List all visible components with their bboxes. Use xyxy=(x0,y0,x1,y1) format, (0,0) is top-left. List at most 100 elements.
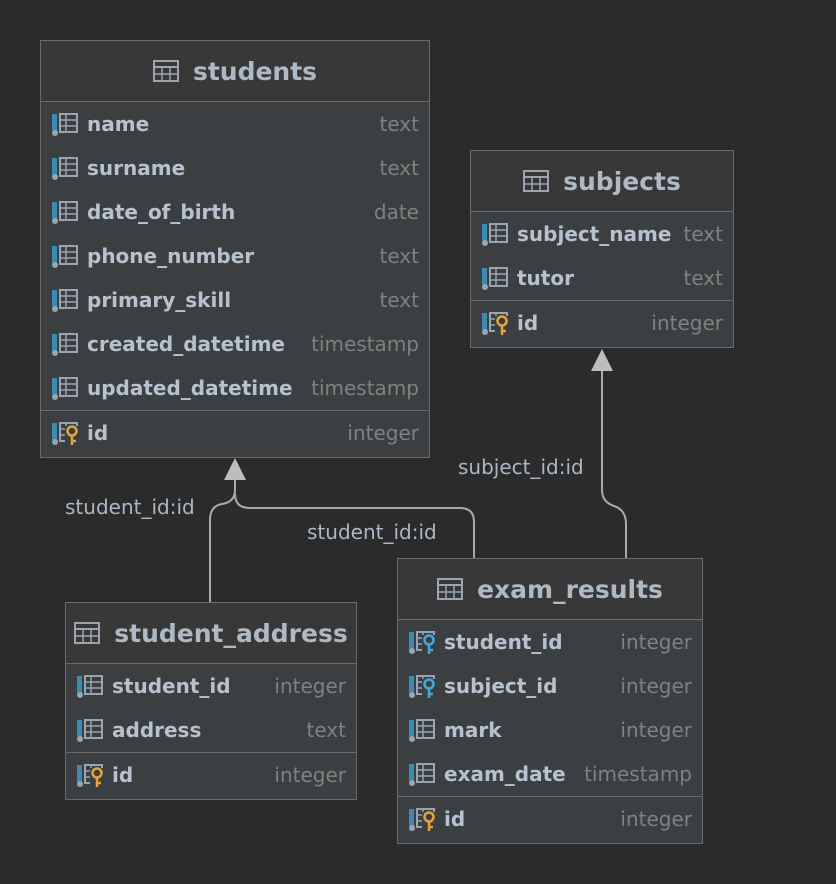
primary-key-icon xyxy=(51,420,81,446)
table-icon xyxy=(74,622,101,644)
entity-title: subjects xyxy=(563,166,681,196)
column-icon xyxy=(51,199,81,225)
column-icon xyxy=(51,111,81,137)
column-name: address xyxy=(112,718,202,742)
column-row-student-id[interactable]: student_id integer xyxy=(66,664,356,708)
column-row-updated-datetime[interactable]: updated_datetime timestamp xyxy=(41,366,429,410)
entity-student-address[interactable]: student_address student_id integer address t… xyxy=(65,602,357,800)
column-name: date_of_birth xyxy=(87,200,236,224)
column-type: text xyxy=(379,112,419,136)
column-name: id xyxy=(517,311,539,335)
column-type: integer xyxy=(620,674,692,698)
column-icon xyxy=(481,221,511,247)
column-name: phone_number xyxy=(87,244,255,268)
column-row-id[interactable]: id integer xyxy=(41,411,429,455)
column-icon xyxy=(51,155,81,181)
primary-key-icon xyxy=(408,806,438,832)
column-name: student_id xyxy=(112,674,231,698)
column-row-primary-skill[interactable]: primary_skill text xyxy=(41,278,429,322)
column-name: updated_datetime xyxy=(87,376,293,400)
column-icon xyxy=(51,243,81,269)
column-row-surname[interactable]: surname text xyxy=(41,146,429,190)
column-row-phone-number[interactable]: phone_number text xyxy=(41,234,429,278)
column-row-student-id[interactable]: student_id integer xyxy=(398,620,702,664)
column-type: text xyxy=(379,288,419,312)
column-type: integer xyxy=(620,807,692,831)
column-type: timestamp xyxy=(311,332,419,356)
arrowhead-students xyxy=(224,458,246,480)
relation-label-student-address: student_id:id xyxy=(65,495,195,519)
foreign-key-icon xyxy=(408,673,438,699)
column-row-subject-id[interactable]: subject_id integer xyxy=(398,664,702,708)
column-type: integer xyxy=(347,421,419,445)
entity-subjects[interactable]: subjects subject_name text tutor text id integ… xyxy=(470,150,734,348)
column-name: student_id xyxy=(444,630,563,654)
relation-label-exam-results-subject: subject_id:id xyxy=(458,455,584,479)
column-name: primary_skill xyxy=(87,288,232,312)
column-row-mark[interactable]: mark integer xyxy=(398,708,702,752)
column-icon xyxy=(51,287,81,313)
column-type: timestamp xyxy=(584,762,692,786)
column-row-address[interactable]: address text xyxy=(66,708,356,752)
column-name: id xyxy=(444,807,466,831)
column-name: name xyxy=(87,112,150,136)
entity-title: exam_results xyxy=(477,574,663,604)
entity-exam-results[interactable]: exam_results student_id integer subject_id i… xyxy=(397,558,703,844)
column-type: integer xyxy=(274,763,346,787)
column-icon xyxy=(76,717,106,743)
column-name: exam_date xyxy=(444,762,566,786)
column-name: surname xyxy=(87,156,186,180)
connector-student-address-to-students xyxy=(209,476,236,602)
column-type: text xyxy=(306,718,346,742)
entity-header[interactable]: exam_results xyxy=(398,559,702,620)
column-row-exam-date[interactable]: exam_date timestamp xyxy=(398,752,702,796)
column-row-tutor[interactable]: tutor text xyxy=(471,256,733,300)
primary-key-icon xyxy=(76,762,106,788)
table-icon xyxy=(152,60,179,82)
column-icon xyxy=(51,331,81,357)
column-row-date-of-birth[interactable]: date_of_birth date xyxy=(41,190,429,234)
table-icon xyxy=(523,170,550,192)
column-name: subject_id xyxy=(444,674,558,698)
column-name: subject_name xyxy=(517,222,672,246)
column-icon xyxy=(481,265,511,291)
column-row-id[interactable]: id integer xyxy=(398,797,702,841)
column-type: integer xyxy=(651,311,723,335)
entity-students[interactable]: students name text surname text date_of_birth… xyxy=(40,40,430,458)
column-type: integer xyxy=(620,718,692,742)
table-icon xyxy=(523,170,550,192)
entity-header[interactable]: subjects xyxy=(471,151,733,212)
column-row-id[interactable]: id integer xyxy=(66,753,356,797)
column-type: integer xyxy=(274,674,346,698)
column-type: timestamp xyxy=(311,376,419,400)
table-icon xyxy=(152,60,179,82)
column-type: date xyxy=(373,200,419,224)
column-type: integer xyxy=(620,630,692,654)
column-row-id[interactable]: id integer xyxy=(471,301,733,345)
er-diagram-canvas: student_id:id student_id:id subject_id:i… xyxy=(0,0,836,884)
column-icon xyxy=(51,375,81,401)
column-name: id xyxy=(112,763,134,787)
column-row-name[interactable]: name text xyxy=(41,102,429,146)
column-type: text xyxy=(683,266,723,290)
column-type: text xyxy=(683,222,723,246)
table-icon xyxy=(437,578,464,600)
entity-header[interactable]: students xyxy=(41,41,429,102)
relation-label-exam-results-student: student_id:id xyxy=(307,520,437,544)
column-row-created-datetime[interactable]: created_datetime timestamp xyxy=(41,322,429,366)
connector-exam-results-to-subjects xyxy=(601,370,627,558)
column-icon xyxy=(76,673,106,699)
column-name: mark xyxy=(444,718,502,742)
entity-title: student_address xyxy=(114,618,348,648)
column-icon xyxy=(408,717,438,743)
column-type: text xyxy=(379,156,419,180)
arrowhead-subjects xyxy=(591,349,613,371)
column-row-subject-name[interactable]: subject_name text xyxy=(471,212,733,256)
foreign-key-icon xyxy=(408,629,438,655)
column-name: id xyxy=(87,421,109,445)
entity-header[interactable]: student_address xyxy=(66,603,356,664)
column-type: text xyxy=(379,244,419,268)
table-icon xyxy=(74,622,101,644)
column-name: tutor xyxy=(517,266,574,290)
column-name: created_datetime xyxy=(87,332,285,356)
